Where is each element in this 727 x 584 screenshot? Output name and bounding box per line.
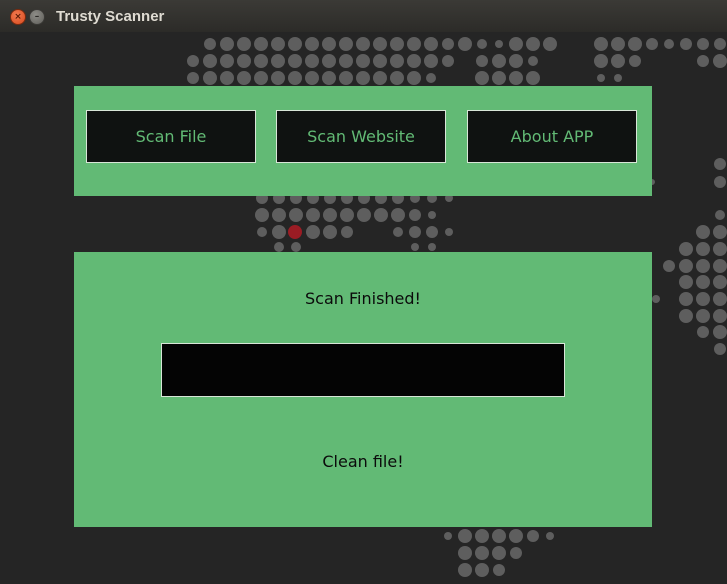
scan-website-button[interactable]: Scan Website bbox=[276, 110, 446, 163]
navigation-panel: Scan File Scan Website About APP bbox=[74, 86, 652, 196]
app-content: Scan File Scan Website About APP Scan Fi… bbox=[0, 32, 727, 584]
close-icon[interactable]: × bbox=[10, 9, 26, 25]
minimize-icon[interactable]: – bbox=[29, 9, 45, 25]
scan-status-label: Scan Finished! bbox=[305, 289, 421, 308]
result-output-field[interactable] bbox=[161, 343, 565, 397]
scan-verdict-label: Clean file! bbox=[322, 452, 404, 471]
scan-file-button[interactable]: Scan File bbox=[86, 110, 256, 163]
result-panel: Scan Finished! Clean file! bbox=[74, 252, 652, 527]
window-title: Trusty Scanner bbox=[56, 8, 165, 25]
about-app-button[interactable]: About APP bbox=[467, 110, 637, 163]
title-bar: × – Trusty Scanner bbox=[0, 0, 727, 33]
